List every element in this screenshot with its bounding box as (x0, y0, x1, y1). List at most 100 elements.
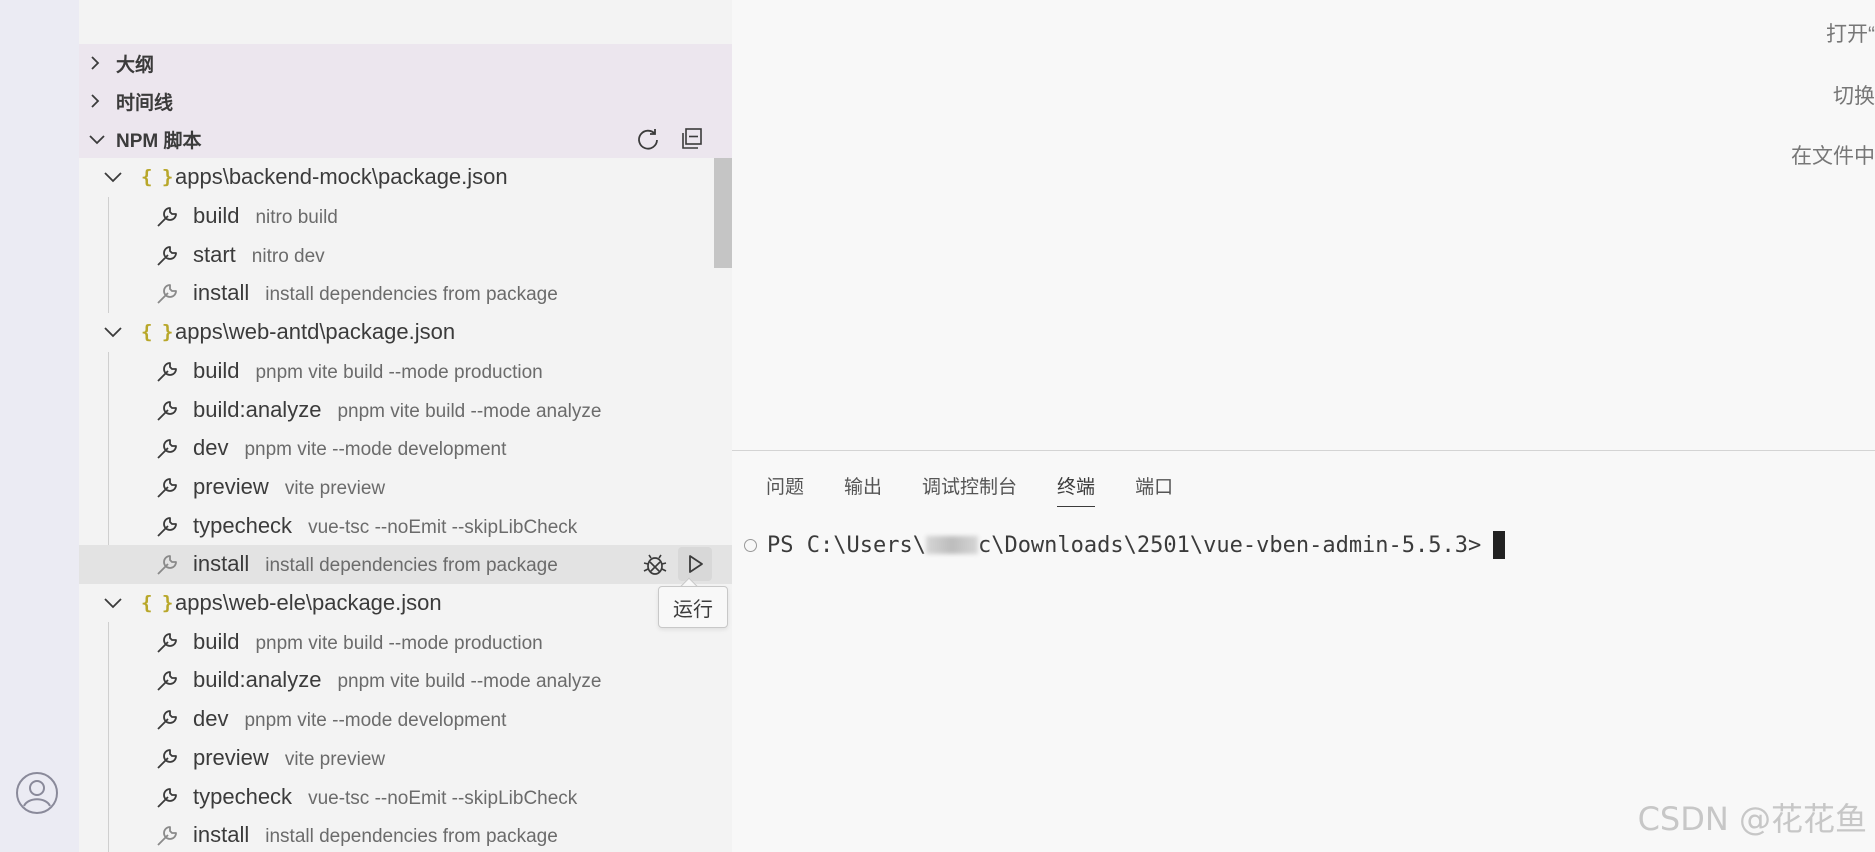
wrench-icon (155, 628, 183, 656)
script-row[interactable]: build pnpm vite build --mode production (79, 622, 732, 661)
wrench-icon (155, 666, 183, 694)
script-row[interactable]: build nitro build (79, 197, 732, 236)
script-command: pnpm vite --mode development (244, 439, 507, 461)
script-name: typecheck (193, 512, 293, 538)
script-command: pnpm vite build --mode analyze (337, 400, 602, 422)
script-command: pnpm vite build --mode production (255, 632, 543, 654)
script-row[interactable]: preview vite preview (79, 468, 732, 507)
tab-ports[interactable]: 端口 (1135, 467, 1173, 503)
chevron-right-icon (88, 93, 110, 109)
run-icon[interactable] (678, 547, 712, 582)
script-name: typecheck (193, 783, 293, 809)
script-command: vue-tsc --noEmit --skipLibCheck (308, 787, 578, 809)
refresh-icon[interactable] (634, 125, 662, 153)
wrench-icon (155, 357, 183, 385)
script-command: install dependencies from package (265, 555, 558, 577)
tab-problems[interactable]: 问题 (766, 467, 804, 503)
script-command: vue-tsc --noEmit --skipLibCheck (308, 516, 578, 538)
chevron-down-icon (88, 132, 110, 146)
bottom-panel: 问题 输出 调试控制台 终端 端口 PS C:\Users\ c\Download… (732, 450, 1875, 852)
chevron-right-icon (88, 55, 110, 71)
json-file-icon: { } (141, 592, 173, 615)
tab-output[interactable]: 输出 (844, 467, 882, 503)
wrench-icon (155, 783, 183, 811)
script-name: build (193, 628, 240, 654)
wrench-icon (155, 705, 183, 733)
section-outline[interactable]: 大纲 (79, 44, 732, 82)
package-row[interactable]: { } apps\web-antd\package.json (79, 313, 732, 352)
script-command: vite preview (284, 477, 386, 499)
script-name: install (193, 822, 250, 848)
section-npm-scripts[interactable]: NPM 脚本 (79, 120, 732, 158)
section-timeline[interactable]: 时间线 (79, 82, 732, 120)
script-row[interactable]: dev pnpm vite --mode development (79, 429, 732, 468)
script-row[interactable]: typecheck vue-tsc --noEmit --skipLibCheck (79, 506, 732, 545)
terminal-line[interactable]: PS C:\Users\ c\Downloads\2501\vue-vben-ad… (744, 531, 1506, 559)
script-row[interactable]: typecheck vue-tsc --noEmit --skipLibCheck (79, 777, 732, 816)
chevron-down-icon (103, 321, 125, 343)
script-command: pnpm vite build --mode analyze (337, 671, 602, 693)
sidebar: 大纲 时间线 NPM 脚本 { } apps\backend-mock\pack… (79, 0, 732, 852)
editor-hint: 在文件中 (1791, 145, 1875, 168)
script-command: install dependencies from package (265, 826, 558, 848)
command-status-icon (744, 538, 757, 552)
script-row[interactable]: preview vite preview (79, 739, 732, 778)
editor-hint: 切换 (1833, 85, 1875, 108)
npm-script-tree: { } apps\backend-mock\package.json build… (79, 158, 732, 852)
json-file-icon: { } (141, 321, 173, 344)
wrench-icon (155, 473, 183, 501)
script-row[interactable]: build:analyze pnpm vite build --mode anal… (79, 390, 732, 429)
tab-terminal[interactable]: 终端 (1057, 467, 1096, 507)
script-name: build:analyze (193, 396, 322, 422)
package-row[interactable]: { } apps\web-ele\package.json (79, 584, 732, 623)
section-timeline-label: 时间线 (116, 92, 174, 114)
script-name: build (193, 203, 240, 229)
package-label: apps\backend-mock\package.json (175, 164, 508, 190)
package-label: apps\web-ele\package.json (175, 590, 442, 616)
script-row[interactable]: install install dependencies from package (79, 816, 732, 852)
script-row[interactable]: dev pnpm vite --mode development (79, 700, 732, 739)
script-name: install (193, 280, 250, 306)
script-name: dev (193, 435, 229, 461)
chevron-down-icon (103, 592, 125, 614)
script-name: dev (193, 706, 229, 732)
script-row[interactable]: build pnpm vite build --mode production (79, 352, 732, 391)
account-icon[interactable] (14, 770, 60, 816)
npm-actions (634, 120, 706, 158)
wrench-icon (155, 550, 183, 578)
watermark: CSDN @花花鱼 (1637, 800, 1867, 838)
script-command: nitro dev (251, 245, 325, 267)
script-row-hovered[interactable]: install install dependencies from package (79, 545, 732, 584)
script-command: pnpm vite build --mode production (255, 361, 543, 383)
package-row[interactable]: { } apps\backend-mock\package.json (79, 158, 732, 197)
sidebar-scrollbar[interactable] (714, 158, 732, 268)
script-name: preview (193, 473, 269, 499)
section-outline-label: 大纲 (116, 54, 155, 76)
script-name: start (193, 241, 236, 267)
section-npm-label: NPM 脚本 (116, 130, 202, 152)
wrench-icon (155, 279, 183, 307)
script-row[interactable]: install install dependencies from package (79, 274, 732, 313)
collapse-all-icon[interactable] (678, 125, 706, 153)
script-name: build:analyze (193, 667, 322, 693)
editor-area: 打开“ 切换 在文件中 (732, 0, 1875, 450)
script-row[interactable]: build:analyze pnpm vite build --mode anal… (79, 661, 732, 700)
script-row[interactable]: start nitro dev (79, 235, 732, 274)
editor-hint: 打开“ (1826, 23, 1875, 46)
package-label: apps\web-antd\package.json (175, 319, 456, 345)
panel-tabs: 问题 输出 调试控制台 终端 端口 (766, 467, 1173, 507)
wrench-icon (155, 241, 183, 269)
tab-debug-console[interactable]: 调试控制台 (922, 467, 1017, 503)
json-file-icon: { } (141, 166, 173, 189)
terminal-cursor (1493, 531, 1506, 559)
script-name: preview (193, 744, 269, 770)
debug-icon[interactable] (638, 547, 672, 581)
wrench-icon (155, 202, 183, 230)
row-actions (638, 547, 712, 582)
wrench-icon (155, 821, 183, 849)
sidebar-top (79, 0, 732, 44)
section-headers: 大纲 时间线 NPM 脚本 (79, 44, 732, 158)
wrench-icon (155, 434, 183, 462)
run-tooltip: 运行 (658, 586, 728, 628)
script-name: install (193, 551, 250, 577)
